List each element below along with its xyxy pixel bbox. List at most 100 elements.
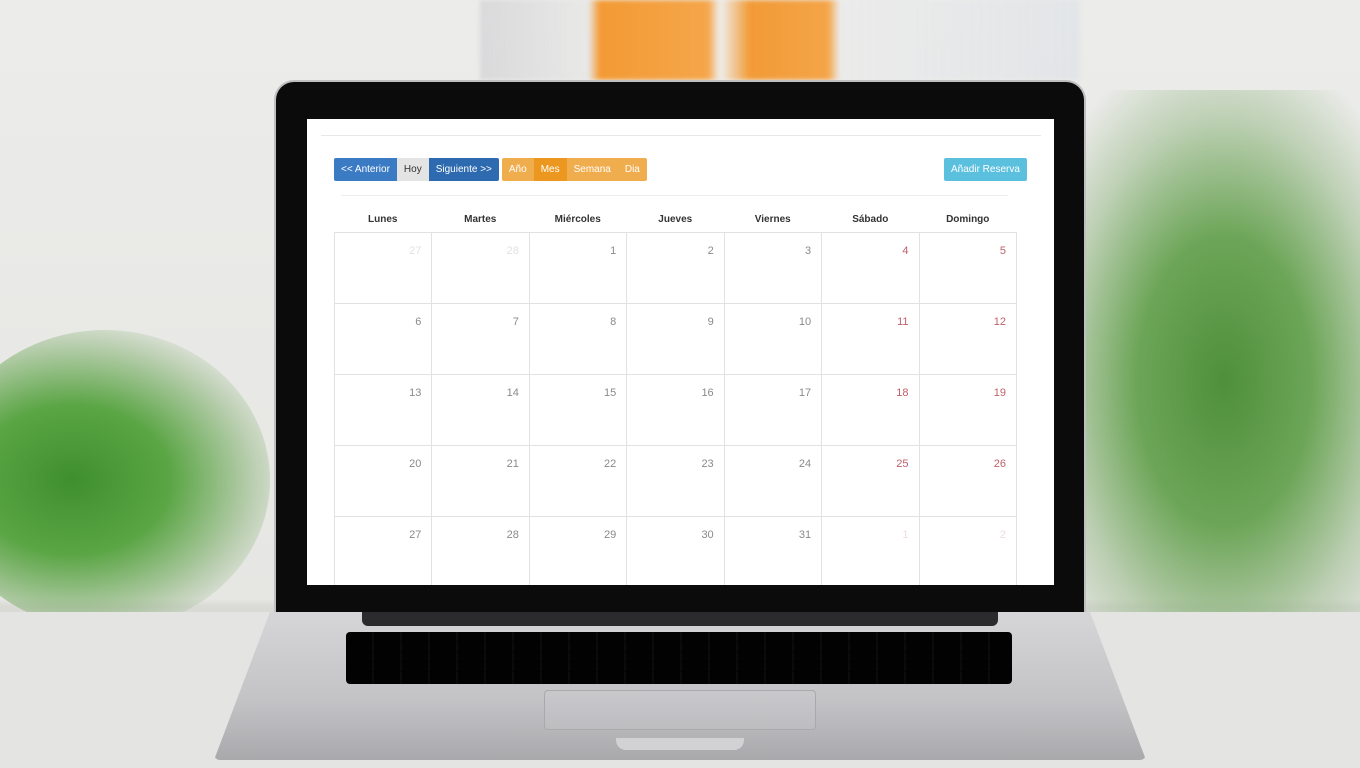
calendar-day-cell[interactable]: 31 [725,517,823,585]
weekday-label: Jueves [658,214,693,225]
month-calendar: Lunes Martes Miércoles Jueves Viernes Sábado D… [334,212,1017,585]
calendar-week-row: 13 14 15 16 17 18 19 [335,375,1017,446]
day-number: 20 [409,458,422,470]
day-number: 16 [701,387,714,399]
calendar-day-cell[interactable]: 28 [432,517,530,585]
calendar-day-cell[interactable]: 23 [627,446,725,517]
previous-button[interactable]: << Anterior [334,158,397,181]
calendar-day-cell[interactable]: 1 [822,517,920,585]
day-number: 23 [701,458,714,470]
day-number: 2 [707,245,714,257]
calendar-day-cell[interactable]: 8 [529,304,628,375]
calendar-day-cell[interactable]: 26 [919,446,1017,517]
day-number: 27 [409,529,422,541]
day-number: 18 [896,387,909,399]
calendar-toolbar: << Anterior Hoy Siguiente >> Año Mes Sem… [334,158,647,181]
calendar-day-cell[interactable]: 16 [627,375,725,446]
laptop-screen: << Anterior Hoy Siguiente >> Año Mes Sem… [307,119,1054,585]
calendar-day-cell[interactable]: 1 [529,233,628,304]
calendar-week-row: 6 7 8 9 10 11 12 [335,304,1017,375]
day-number: 14 [506,387,519,399]
calendar-day-cell[interactable]: 10 [724,304,823,375]
day-number: 21 [506,458,519,470]
calendar-day-cell[interactable]: 13 [335,375,433,446]
background-bookshelf [480,0,1080,80]
day-number: 26 [993,458,1006,470]
day-number: 28 [506,245,519,257]
calendar-day-cell[interactable]: 25 [822,446,920,517]
toolbar-divider [341,195,1008,196]
day-number: 4 [902,245,909,257]
day-number: 5 [999,245,1006,257]
calendar-day-cell[interactable]: 2 [920,517,1017,585]
weekday-header: Lunes Martes Miércoles Jueves Viernes Sábado D… [334,212,1017,232]
calendar-day-cell[interactable]: 20 [335,446,433,517]
calendar-week-row: 27 28 1 2 3 4 5 [335,233,1017,304]
view-month-button[interactable]: Mes [533,158,567,181]
day-number: 28 [506,529,519,541]
day-number: 7 [512,316,519,328]
day-number: 1 [902,529,909,541]
calendar-day-cell[interactable]: 12 [919,304,1017,375]
view-switcher: Año Mes Semana Dia [501,158,647,181]
calendar-week-row: 27 28 29 30 31 1 2 [335,517,1017,585]
day-number: 3 [804,245,812,257]
calendar-day-cell[interactable]: 14 [432,375,530,446]
calendar-day-cell[interactable]: 28 [432,233,530,304]
calendar-grid: 27 28 1 2 3 4 5 6 7 8 9 10 11 12 13 14 15 16 17 18 19 20 21 22 2… [334,232,1017,585]
weekday-label: Lunes [368,214,398,225]
day-number: 2 [999,529,1006,541]
calendar-day-cell[interactable]: 9 [627,304,725,375]
day-number: 24 [798,458,812,470]
calendar-day-cell[interactable]: 21 [432,446,530,517]
calendar-day-cell[interactable]: 15 [529,375,628,446]
laptop-front-notch [616,738,744,750]
calendar-day-cell[interactable]: 30 [627,517,725,585]
weekday-label: Sábado [852,214,889,225]
calendar-day-cell[interactable]: 17 [724,375,823,446]
calendar-week-row: 20 21 22 23 24 25 26 [335,446,1017,517]
header-divider [321,135,1041,136]
view-day-button[interactable]: Dia [617,158,647,181]
calendar-day-cell[interactable]: 18 [822,375,920,446]
day-number: 1 [610,245,617,257]
weekday-label: Martes [464,214,497,225]
calendar-day-cell[interactable]: 6 [335,304,433,375]
day-number: 19 [993,387,1006,399]
calendar-day-cell[interactable]: 5 [919,233,1017,304]
today-button[interactable]: Hoy [396,158,429,181]
day-number: 27 [409,245,422,257]
calendar-day-cell[interactable]: 11 [822,304,920,375]
background-plant-left [0,330,270,630]
day-number: 8 [610,316,617,328]
calendar-day-cell[interactable]: 29 [530,517,628,585]
day-number: 17 [798,387,812,399]
weekday-label: Miércoles [554,214,601,225]
calendar-day-cell[interactable]: 24 [724,446,823,517]
view-week-button[interactable]: Semana [566,158,618,181]
day-number: 22 [604,458,617,470]
add-reservation-button[interactable]: Añadir Reserva [944,158,1027,181]
weekday-label: Domingo [946,214,990,225]
calendar-day-cell[interactable]: 22 [529,446,628,517]
weekday-label: Viernes [754,214,791,225]
next-button[interactable]: Siguiente >> [428,158,499,181]
calendar-day-cell[interactable]: 27 [335,517,433,585]
day-number: 12 [993,316,1006,328]
laptop-trackpad [544,690,816,730]
calendar-day-cell[interactable]: 4 [822,233,920,304]
day-number: 30 [701,529,714,541]
calendar-day-cell[interactable]: 3 [724,233,823,304]
calendar-day-cell[interactable]: 27 [335,233,433,304]
calendar-day-cell[interactable]: 19 [919,375,1017,446]
background-plant-right [1080,90,1360,620]
calendar-day-cell[interactable]: 2 [627,233,725,304]
laptop-hinge [362,612,998,626]
day-number: 11 [897,316,909,328]
day-number: 6 [415,316,422,328]
view-year-button[interactable]: Año [501,158,534,181]
calendar-day-cell[interactable]: 7 [432,304,530,375]
day-number: 15 [604,387,617,399]
laptop-keyboard [346,632,1012,684]
day-number: 9 [707,316,714,328]
